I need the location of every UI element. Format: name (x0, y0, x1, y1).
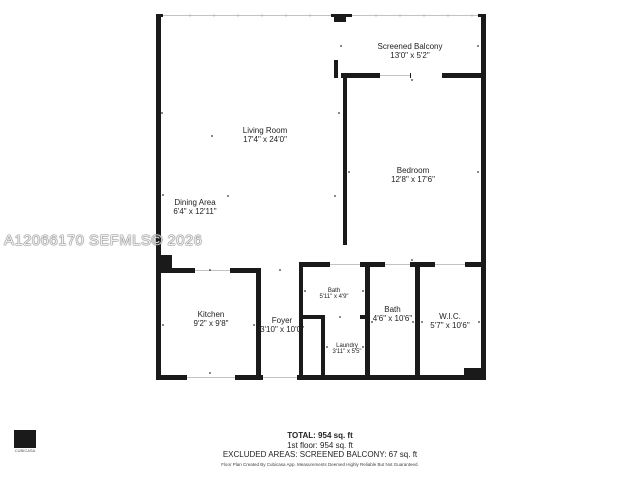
room-laundry: Laundry 3'11" x 5'5" (326, 343, 368, 355)
room-dimensions: 6'4" x 12'11" (173, 207, 217, 216)
room-dimensions: 4'6" x 10'6" (372, 314, 413, 323)
room-dimensions: 5'11" x 4'9" (319, 294, 349, 300)
watermark: A12066170 SEFMLS© 2026 (4, 232, 203, 249)
room-screened-balcony: Screened Balcony 13'0" x 5'2" (365, 42, 455, 60)
excluded-areas: EXCLUDED AREAS: SCREENED BALCONY: 67 sq.… (222, 450, 418, 459)
room-name: Kitchen (197, 310, 225, 319)
room-name: Bath (384, 305, 401, 314)
room-foyer: Foyer 3'10" x 10'0" (254, 316, 310, 334)
room-name: Dining Area (174, 198, 216, 207)
total-area: TOTAL: 954 sq. ft (287, 431, 353, 440)
room-bath-large: Bath 4'6" x 10'6" (370, 305, 415, 323)
room-dimensions: 13'0" x 5'2" (390, 51, 430, 60)
room-dimensions: 3'11" x 5'5" (332, 349, 362, 355)
room-name: Foyer (271, 316, 293, 325)
room-name: Screened Balcony (377, 42, 443, 51)
room-dimensions: 9'2" x 9'8" (193, 319, 229, 328)
room-dimensions: 3'10" x 10'0" (260, 325, 304, 334)
room-dining-area: Dining Area 6'4" x 12'11" (160, 198, 230, 216)
disclaimer: Floor Plan Created By Cubicasa App. Meas… (221, 462, 419, 467)
room-name: W.I.C. (439, 312, 461, 321)
room-bath-small: Bath 5'11" x 4'9" (306, 288, 362, 300)
room-living-room: Living Room 17'4" x 24'0" (215, 126, 315, 144)
room-dimensions: 17'4" x 24'0" (243, 135, 287, 144)
room-name: Bedroom (396, 166, 430, 175)
room-dimensions: 5'7" x 10'6" (430, 321, 470, 330)
room-bedroom: Bedroom 12'8" x 17'6" (363, 166, 463, 184)
room-dimensions: 12'8" x 17'6" (391, 175, 435, 184)
room-wic: W.I.C. 5'7" x 10'6" (420, 312, 480, 330)
floor-area: 1st floor: 954 sq. ft (287, 441, 353, 450)
room-kitchen: Kitchen 9'2" x 9'8" (176, 310, 246, 328)
room-name: Living Room (242, 126, 288, 135)
